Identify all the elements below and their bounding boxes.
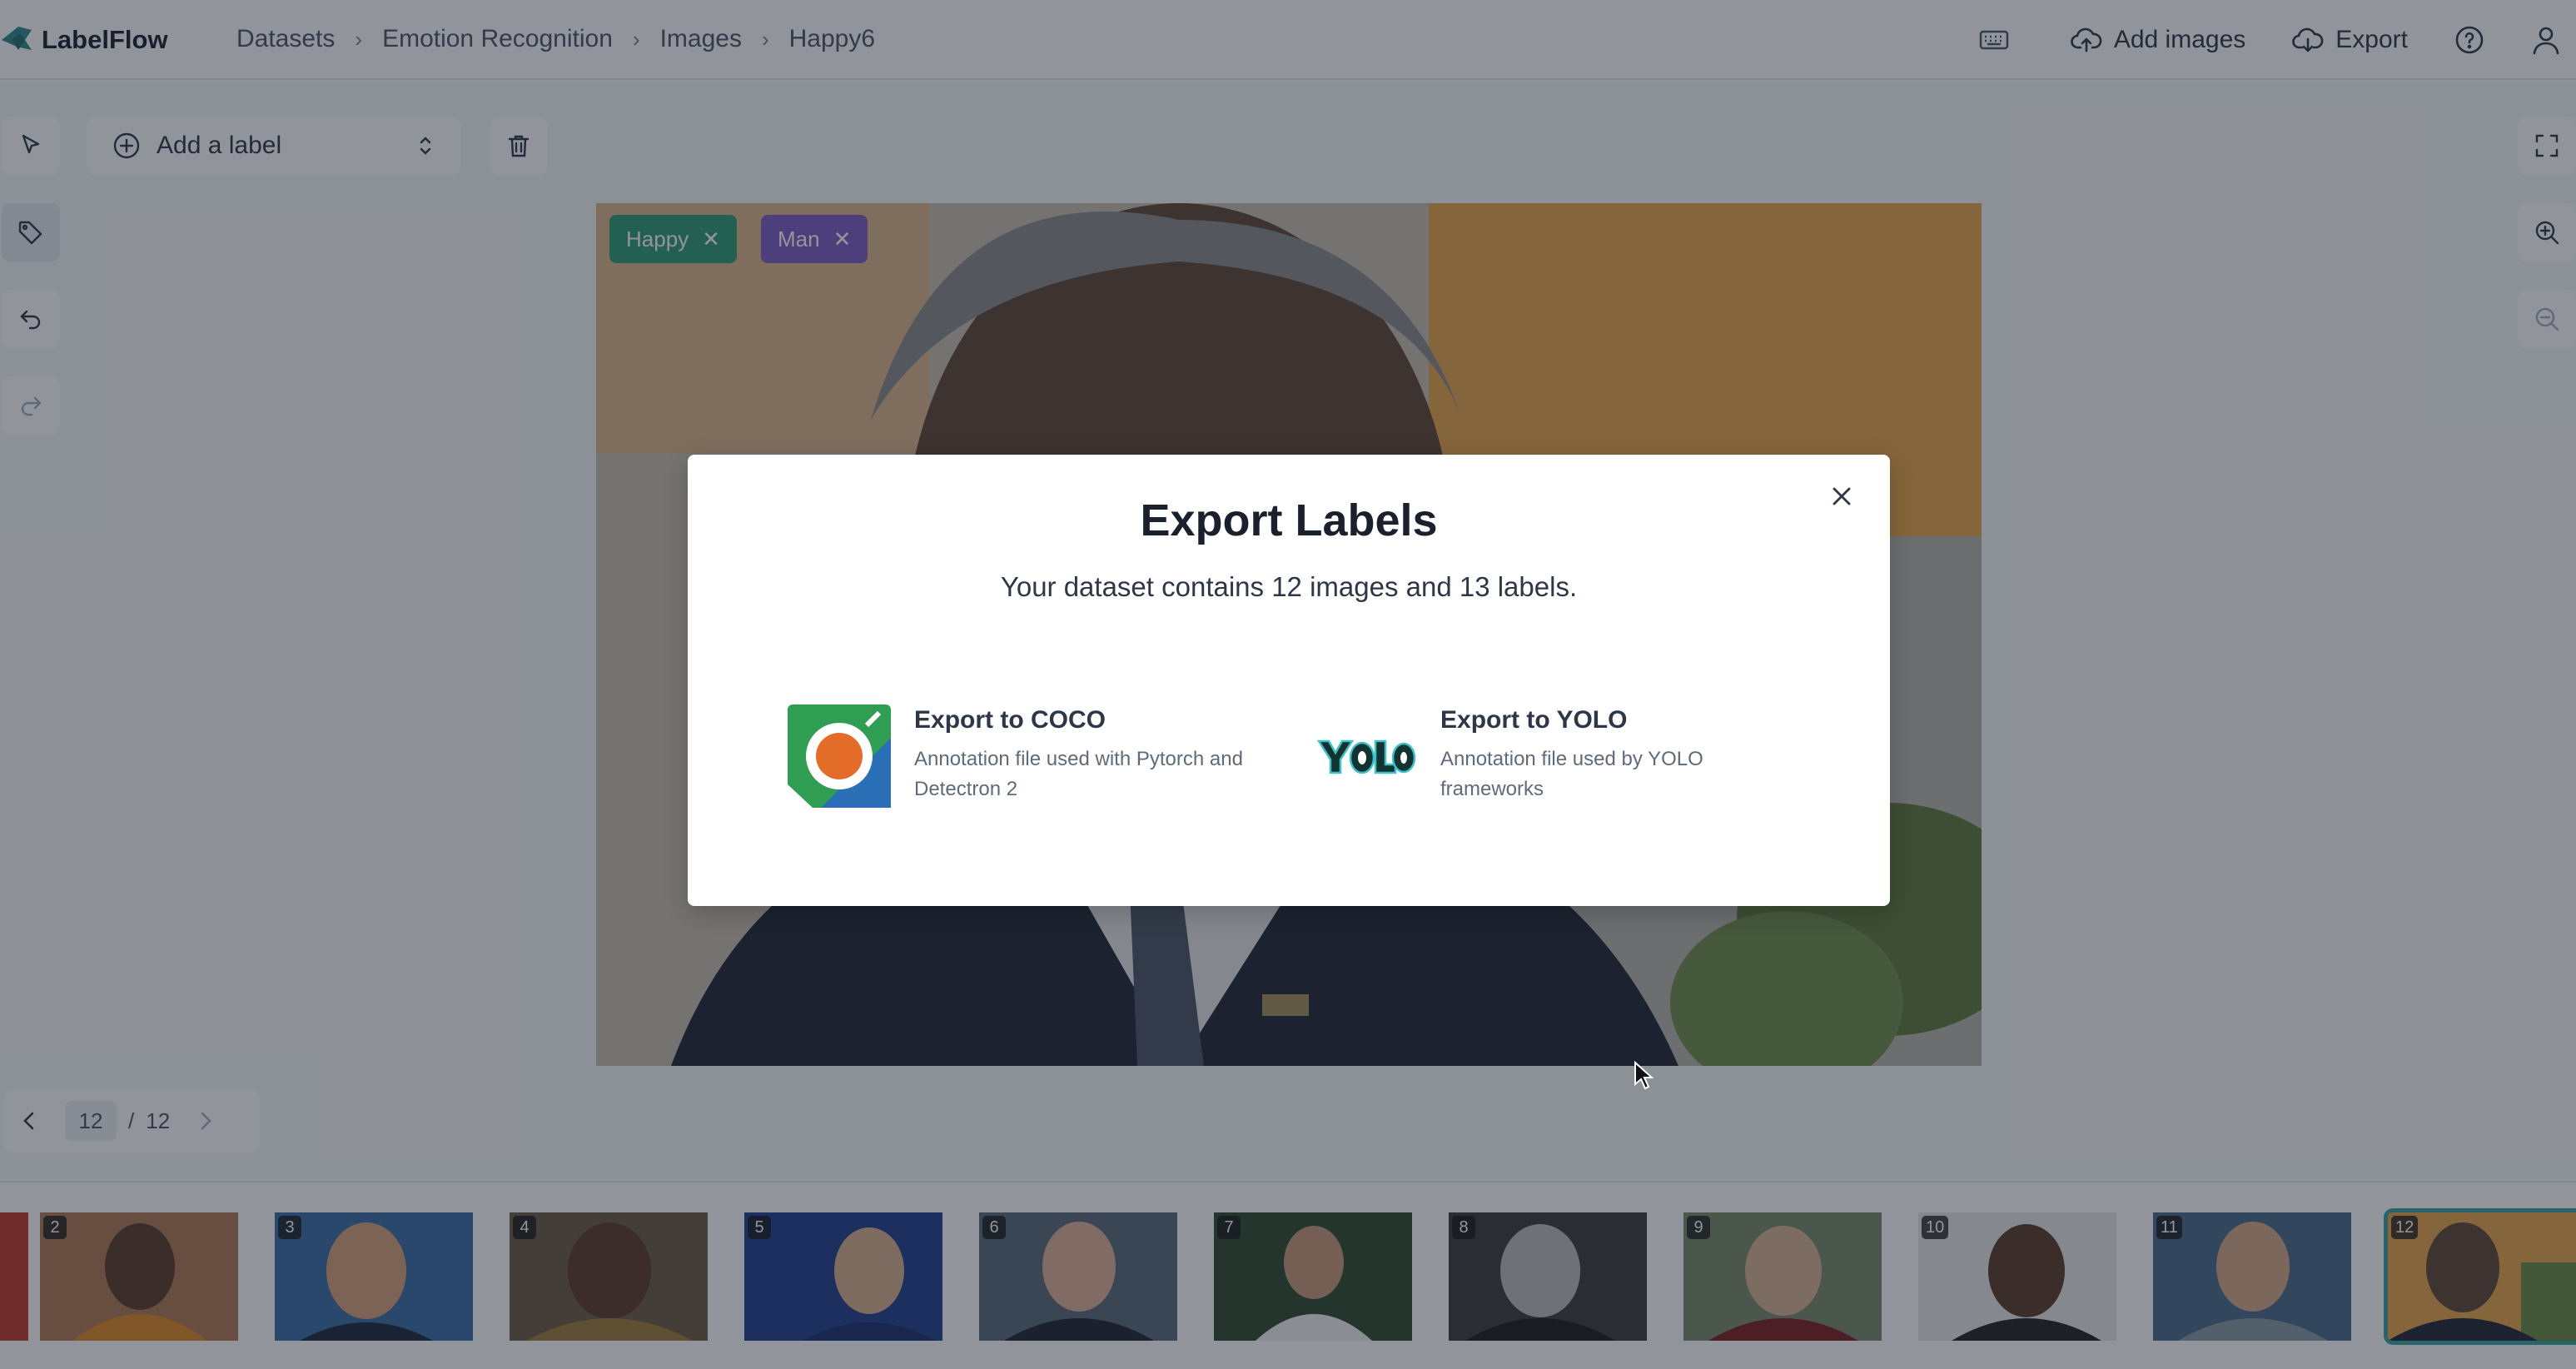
coco-logo-icon <box>788 704 891 808</box>
export-coco-option[interactable]: Export to COCO Annotation file used with… <box>788 704 1272 808</box>
modal-subtitle: Your dataset contains 12 images and 13 l… <box>1000 571 1578 602</box>
modal-title: Export Labels <box>1140 495 1438 545</box>
export-yolo-option[interactable]: Export to YOLO Annotation file used by Y… <box>1314 704 1798 808</box>
export-coco-title: Export to COCO <box>914 706 1106 734</box>
export-coco-description: Annotation file used with Pytorch and De… <box>914 748 1243 800</box>
export-yolo-description: Annotation file used by YOLO frameworks <box>1440 748 1703 800</box>
yolo-logo-icon <box>1316 739 1416 774</box>
mouse-cursor-icon <box>1634 1061 1654 1090</box>
export-modal: Export Labels Your dataset contains 12 i… <box>688 455 1890 906</box>
export-yolo-title: Export to YOLO <box>1440 706 1628 734</box>
